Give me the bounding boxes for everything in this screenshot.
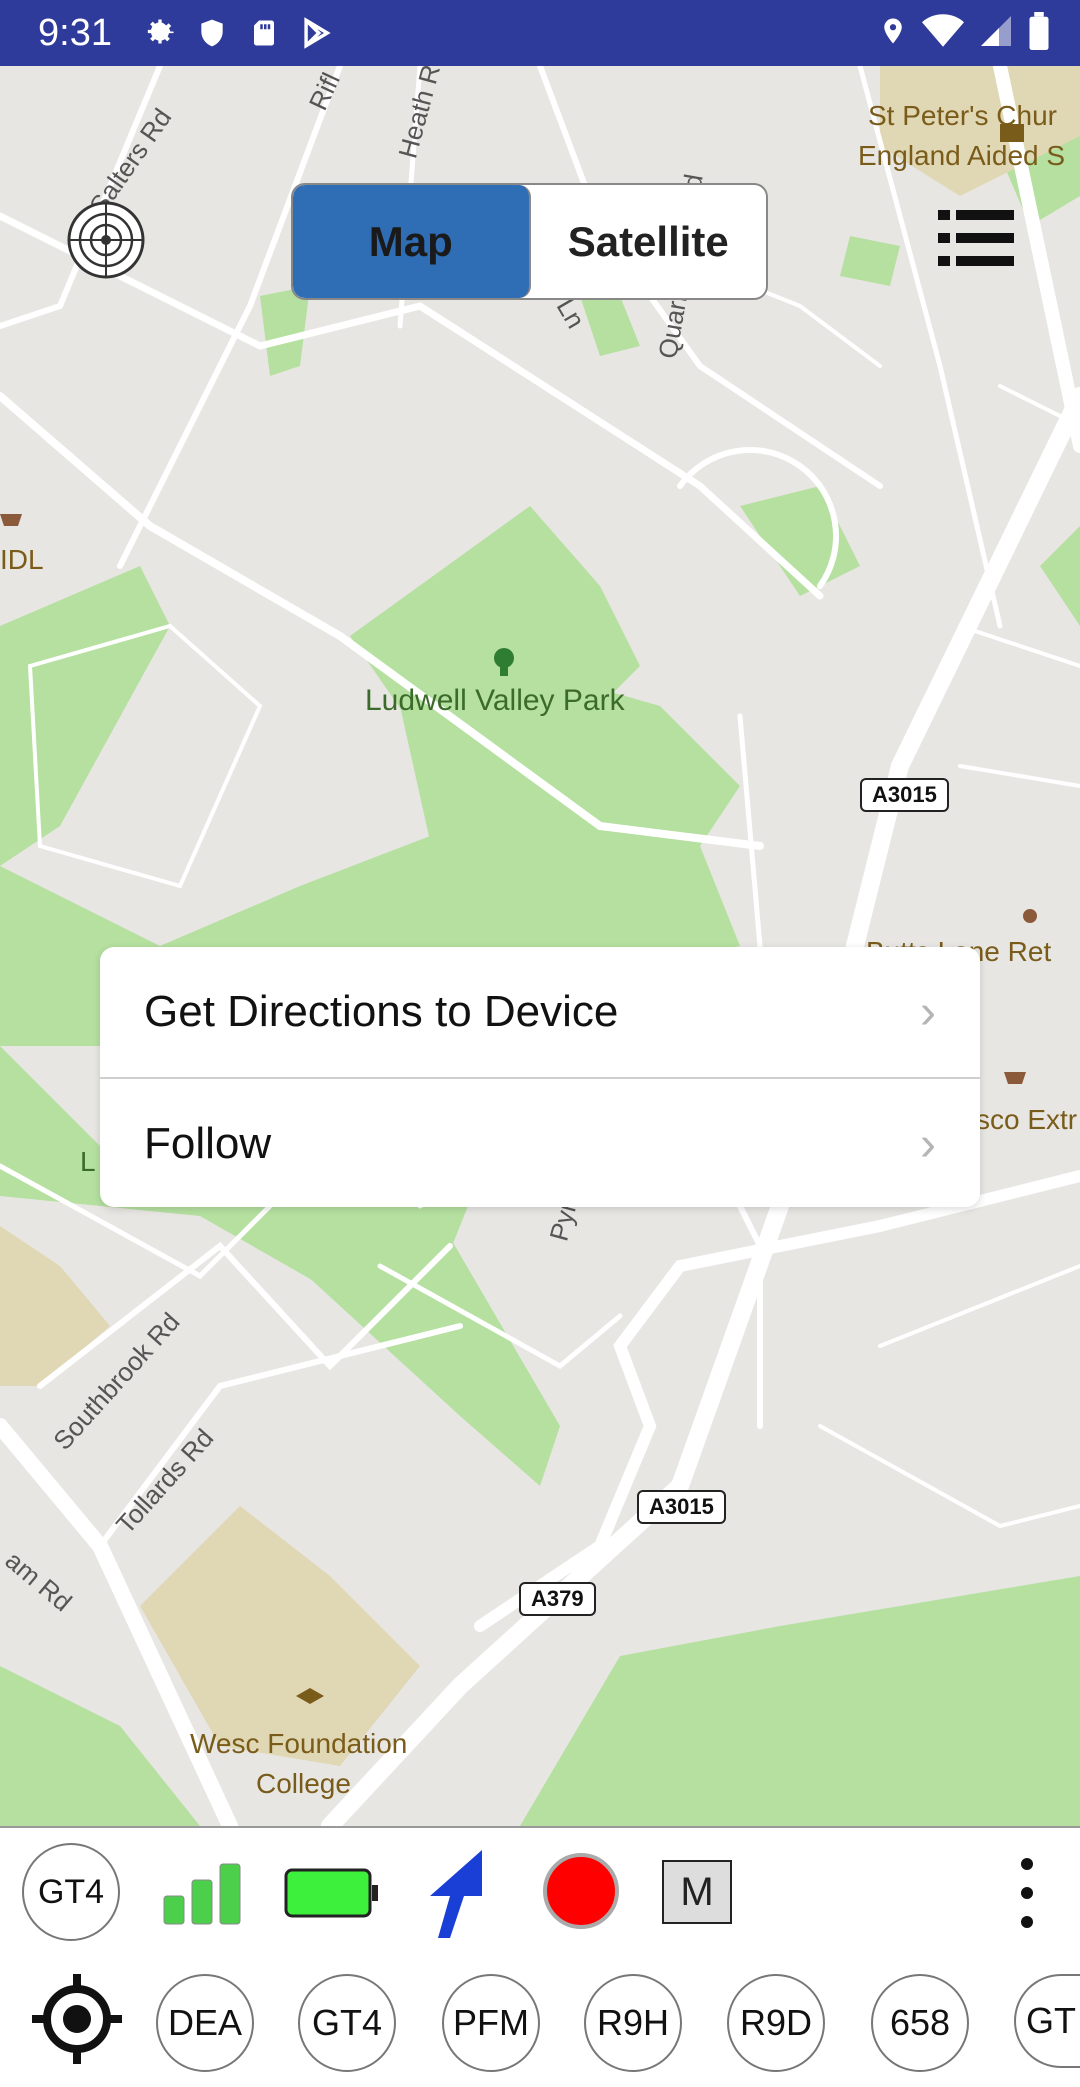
device-status-toolbar: GT4 M — [0, 1826, 1080, 1958]
park-label-l: L — [80, 1146, 96, 1177]
map-view[interactable]: Ludwell Valley Park St Peter's Chur Engl… — [0, 66, 1080, 1826]
shop-icon-2 — [1004, 1072, 1026, 1084]
radar-icon — [67, 201, 145, 279]
get-directions-item[interactable]: Get Directions to Device › — [100, 947, 980, 1077]
college-label-1: Wesc Foundation — [190, 1728, 408, 1759]
device-chip-658[interactable]: 658 — [871, 1974, 969, 2072]
overflow-menu-button[interactable] — [1012, 1856, 1042, 1935]
follow-item[interactable]: Follow › — [100, 1077, 980, 1209]
signal-icon — [978, 13, 1014, 54]
crosshair-icon — [32, 1974, 122, 2064]
battery-icon — [1028, 11, 1050, 55]
poi-dot-icon — [1023, 909, 1037, 923]
location-icon — [878, 12, 908, 55]
tesco-label: sco Extr — [976, 1104, 1078, 1135]
device-chip-r9h[interactable]: R9H — [584, 1974, 682, 2072]
sd-card-icon — [240, 11, 288, 55]
device-chip-dea[interactable]: DEA — [156, 1974, 254, 2072]
satellite-toggle-button[interactable]: Satellite — [531, 185, 767, 298]
shield-icon — [188, 11, 236, 55]
device-chip-gt-partial[interactable]: GT — [1014, 1974, 1080, 2068]
record-icon — [543, 1853, 619, 1929]
road-shield-a3015-1: A3015 — [860, 778, 949, 812]
map-type-toggle[interactable]: Map Satellite — [291, 183, 768, 300]
settings-icon — [136, 11, 184, 55]
list-menu-button[interactable] — [938, 208, 1016, 268]
current-device-button[interactable]: GT4 — [22, 1843, 120, 1941]
college-label-2: College — [256, 1768, 351, 1799]
device-chip-pfm[interactable]: PFM — [442, 1974, 540, 2072]
map-toggle-button[interactable]: Map — [293, 185, 531, 298]
park-label: Ludwell Valley Park — [365, 684, 625, 717]
device-chip-r9d[interactable]: R9D — [727, 1974, 825, 2072]
device-action-popup: Get Directions to Device › Follow › — [100, 947, 980, 1207]
wifi-icon — [922, 13, 964, 54]
chevron-right-icon: › — [920, 1117, 936, 1171]
church-label-2: England Aided S — [858, 140, 1066, 171]
shop-icon — [0, 514, 22, 526]
get-directions-label: Get Directions to Device — [144, 987, 619, 1036]
chevron-right-icon: › — [920, 985, 936, 1039]
road-shield-a379: A379 — [519, 1582, 596, 1616]
radar-button[interactable] — [66, 200, 146, 280]
status-bar: 9:31 — [0, 0, 1080, 66]
signal-strength-icon — [162, 1862, 242, 1931]
road-shield-a3015-2: A3015 — [637, 1490, 726, 1524]
device-list-toolbar: DEA GT4 PFM R9H R9D 658 GT — [0, 1956, 1080, 2087]
center-location-button[interactable] — [32, 1974, 122, 2069]
device-chip-gt4[interactable]: GT4 — [298, 1974, 396, 2072]
record-button[interactable] — [542, 1852, 620, 1935]
more-vertical-icon — [1021, 1858, 1033, 1928]
aldi-label: IDL — [0, 544, 44, 575]
battery-level-icon — [284, 1868, 382, 1925]
status-time: 9:31 — [38, 11, 112, 54]
list-icon — [938, 210, 1014, 266]
church-label-1: St Peter's Chur — [868, 100, 1057, 131]
play-store-icon — [292, 11, 340, 55]
mode-button[interactable]: M — [662, 1860, 732, 1924]
follow-label: Follow — [144, 1119, 272, 1168]
heading-arrow-icon — [420, 1850, 490, 1945]
